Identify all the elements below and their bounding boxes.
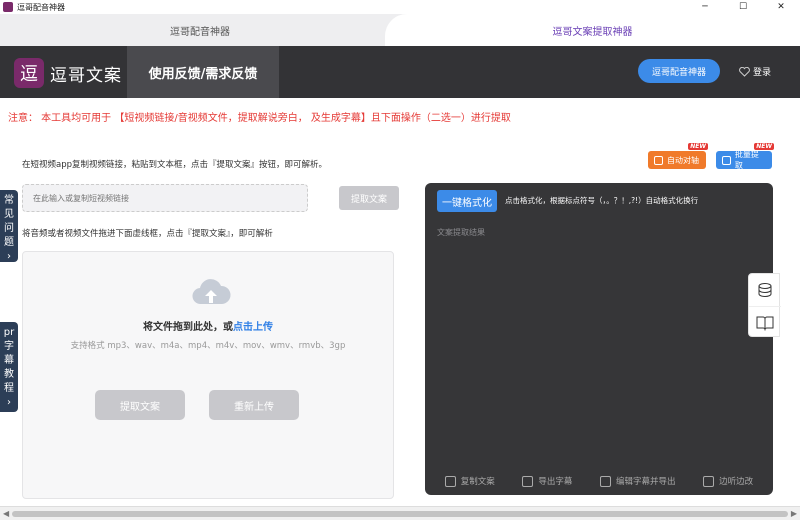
click-upload-link[interactable]: 点击上传: [233, 322, 273, 333]
floating-toolbar: [748, 273, 781, 338]
video-link-input[interactable]: [22, 184, 308, 212]
tab-copy-extractor[interactable]: 逗哥文案提取神器: [385, 14, 800, 46]
scroll-left-icon[interactable]: ◀: [3, 509, 9, 518]
link-description: 在短视频app复制视频链接，粘贴到文本框，点击『提取文案』按钮，即可解析。: [22, 160, 328, 170]
pencil-icon: [703, 475, 715, 487]
chevron-right-icon: ›: [7, 397, 11, 408]
window-titlebar: 逗哥配音神器 ─ ☐ ✕: [0, 0, 800, 14]
logo: 逗 逗哥文案: [14, 58, 122, 88]
extract-file-button[interactable]: 提取文案: [95, 390, 185, 420]
format-button[interactable]: 一键格式化: [437, 190, 497, 212]
faq-char: 见: [4, 209, 14, 220]
pr-char: pr: [3, 327, 15, 338]
drop-instruction: 将文件拖到此处，或点击上传: [23, 318, 393, 333]
copy-text-button[interactable]: 复制文案: [444, 475, 495, 487]
copy-icon: [444, 475, 456, 487]
logo-mark: 逗: [14, 58, 44, 88]
file-drop-zone[interactable]: 将文件拖到此处，或点击上传 支持格式 mp3、wav、m4a、mp4、m4v、m…: [22, 251, 394, 499]
tab-dub-tool[interactable]: 逗哥配音神器: [0, 14, 400, 46]
notice-banner: 注意： 本工具均可用于 【短视频链接/音视频文件，提取解说旁白， 及生成字幕】且…: [0, 98, 800, 134]
result-text-area[interactable]: 文案提取结果: [437, 227, 485, 238]
auto-align-label: 自动对轴: [667, 155, 699, 165]
new-badge: NEW: [754, 143, 774, 150]
export-subtitle-button[interactable]: 导出字幕: [522, 475, 572, 487]
pr-tutorial-side-tab[interactable]: pr 字 幕 教 程 ›: [0, 322, 18, 412]
pr-char: 程: [4, 383, 14, 394]
export-subtitle-label: 导出字幕: [538, 477, 573, 487]
monitor-icon: [654, 155, 663, 165]
scrollbar-thumb[interactable]: [12, 511, 788, 517]
maximize-button[interactable]: ☐: [724, 0, 762, 14]
result-actions: 复制文案 导出字幕 编辑字幕并导出 边听边改: [425, 475, 773, 487]
extract-link-button[interactable]: 提取文案: [339, 186, 399, 210]
float-tool-coins[interactable]: [749, 274, 781, 306]
pr-char: 幕: [4, 355, 14, 366]
batch-extract-button[interactable]: 批量提取 NEW: [716, 143, 774, 170]
window-controls: ─ ☐ ✕: [686, 0, 800, 14]
file-description: 将音频或者视频文件拖进下面虚线框，点击『提取文案』，即可解析: [22, 229, 273, 239]
new-badge: NEW: [688, 143, 708, 150]
faq-side-tab[interactable]: 常 见 问 题 ›: [0, 190, 18, 262]
reupload-button[interactable]: 重新上传: [209, 390, 299, 420]
faq-char: 题: [4, 237, 14, 248]
auto-align-button[interactable]: 自动对轴 NEW: [648, 143, 708, 169]
faq-char: 常: [4, 195, 14, 206]
app-icon: [3, 2, 13, 12]
listen-edit-label: 边听边改: [719, 477, 754, 487]
dub-tool-button[interactable]: 逗哥配音神器: [638, 59, 720, 83]
scroll-right-icon[interactable]: ▶: [791, 509, 797, 518]
pr-char: 教: [4, 369, 14, 380]
edit-export-button[interactable]: 编辑字幕并导出: [600, 475, 676, 487]
chevron-right-icon: ›: [7, 251, 11, 262]
folder-icon: [722, 155, 731, 165]
listen-edit-button[interactable]: 边听边改: [703, 475, 753, 487]
feedback-link[interactable]: 使用反馈/需求反馈: [127, 46, 279, 98]
copy-text-label: 复制文案: [460, 477, 495, 487]
float-tool-book[interactable]: [749, 306, 781, 338]
batch-extract-label: 批量提取: [734, 150, 759, 170]
heart-icon: [738, 66, 750, 78]
faq-char: 问: [4, 223, 14, 234]
logo-text: 逗哥文案: [50, 65, 122, 86]
pr-char: 字: [4, 341, 14, 352]
main-content: 在短视频app复制视频链接，粘贴到文本框，点击『提取文案』按钮，即可解析。 提取…: [0, 134, 800, 506]
close-button[interactable]: ✕: [762, 0, 800, 14]
edit-icon: [600, 475, 612, 487]
login-label: 登录: [753, 68, 772, 78]
download-icon: [522, 475, 534, 487]
book-icon: [756, 316, 774, 331]
tab-bar: 逗哥配音神器 逗哥文案提取神器: [0, 14, 800, 46]
edit-export-label: 编辑字幕并导出: [616, 477, 676, 487]
result-panel: 一键格式化 点击格式化，根据标点符号（，。？！,?!）自动格式化换行 文案提取结…: [425, 183, 773, 495]
supported-formats: 支持格式 mp3、wav、m4a、mp4、m4v、mov、wmv、rmvb、3g…: [70, 341, 346, 351]
horizontal-scrollbar[interactable]: ◀ ▶: [0, 506, 800, 520]
drop-text: 将文件拖到此处，或: [143, 322, 233, 333]
coins-icon: [758, 283, 772, 297]
login-link[interactable]: 登录: [738, 65, 771, 78]
format-tip: 点击格式化，根据标点符号（，。？！,?!）自动格式化换行: [505, 196, 699, 205]
cloud-upload-icon: [192, 279, 231, 305]
minimize-button[interactable]: ─: [686, 0, 724, 14]
app-header: 逗 逗哥文案 使用反馈/需求反馈 逗哥配音神器 登录: [0, 46, 800, 98]
window-title: 逗哥配音神器: [17, 2, 65, 12]
